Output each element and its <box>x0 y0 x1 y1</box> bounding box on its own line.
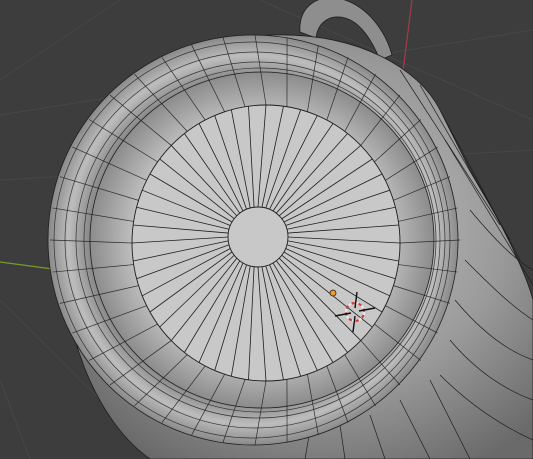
mug-mesh[interactable] <box>21 0 533 459</box>
object-origin-icon[interactable] <box>329 289 337 297</box>
grid-line <box>0 0 121 81</box>
3d-viewport[interactable] <box>0 0 533 459</box>
floor-center-cap[interactable] <box>227 206 289 268</box>
grid-line <box>0 379 31 459</box>
viewport-scene[interactable] <box>0 0 533 459</box>
